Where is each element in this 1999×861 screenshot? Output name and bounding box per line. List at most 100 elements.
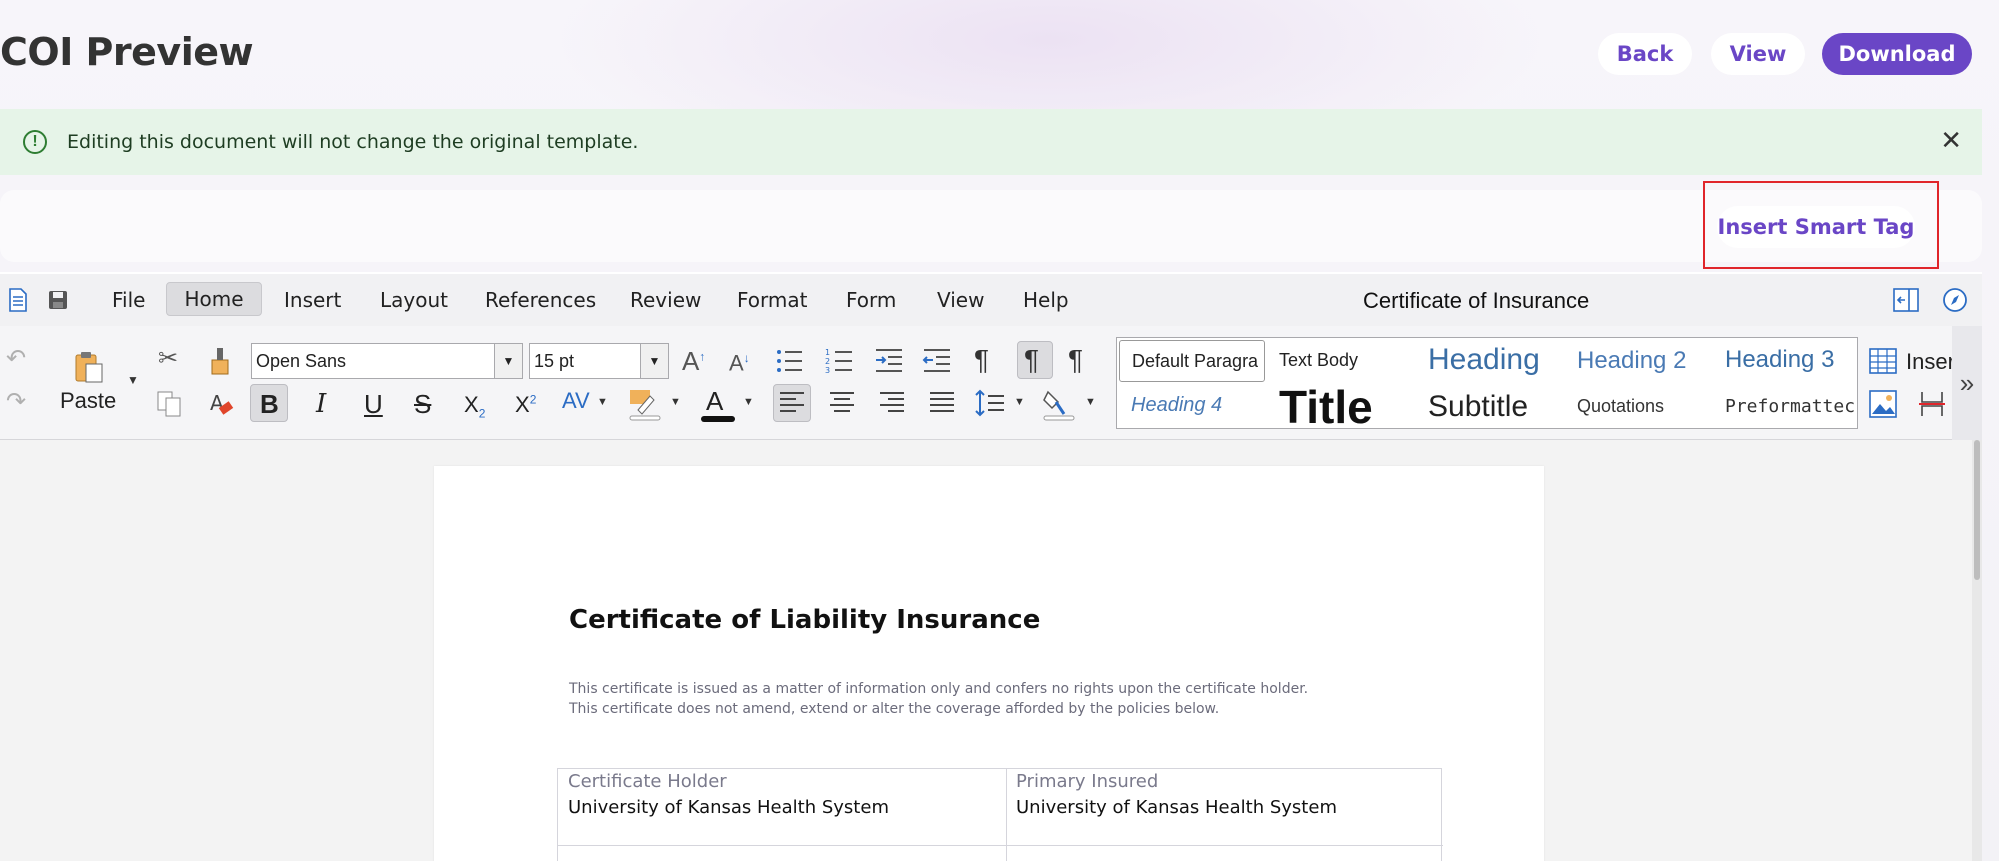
menu-review[interactable]: Review <box>630 288 701 312</box>
info-icon: ! <box>23 130 47 154</box>
disclaimer-line-2[interactable]: This certificate does not amend, extend … <box>569 701 1219 717</box>
collapse-panel-icon[interactable] <box>1893 288 1919 312</box>
image-icon[interactable] <box>1869 390 1897 418</box>
styles-gallery: Default Paragra Text Body Heading Headin… <box>1116 337 1858 433</box>
svg-text:2: 2 <box>825 357 830 366</box>
style-subtitle[interactable]: Subtitle <box>1428 390 1528 424</box>
character-spacing-icon[interactable]: AV <box>562 388 590 414</box>
menu-layout[interactable]: Layout <box>380 288 448 312</box>
shrink-font-icon[interactable]: A↓ <box>729 352 750 374</box>
font-size-select[interactable]: 15 pt ▼ <box>529 343 669 379</box>
view-button[interactable]: View <box>1711 33 1805 75</box>
style-default-paragraph[interactable]: Default Paragra <box>1119 340 1265 382</box>
document-title: Certificate of Insurance <box>1363 288 1590 313</box>
align-right-icon[interactable] <box>878 390 906 416</box>
highlight-color-icon[interactable] <box>628 388 662 422</box>
document-icon[interactable] <box>8 288 28 312</box>
vertical-scrollbar[interactable] <box>1972 440 1982 861</box>
menu-help[interactable]: Help <box>1023 288 1069 312</box>
font-family-select[interactable]: Open Sans ▼ <box>251 343 523 379</box>
insurance-table[interactable]: Certificate Holder University of Kansas … <box>557 768 1443 861</box>
style-heading-2[interactable]: Heading 2 <box>1577 347 1686 375</box>
superscript-icon[interactable]: X2 <box>515 392 536 418</box>
chevron-down-icon[interactable]: ▼ <box>597 396 608 408</box>
font-color-icon[interactable]: A <box>706 386 723 417</box>
navigate-icon[interactable] <box>1942 287 1968 313</box>
format-painter-icon[interactable] <box>208 346 232 376</box>
page-break-icon[interactable] <box>1918 390 1946 418</box>
paste-label[interactable]: Paste <box>60 388 116 414</box>
align-center-icon[interactable] <box>828 390 856 416</box>
ribbon-expand-icon[interactable]: » <box>1952 326 1982 440</box>
chevron-down-icon[interactable]: ▼ <box>670 396 681 408</box>
insert-label[interactable]: Inser <box>1906 349 1955 375</box>
style-text-body[interactable]: Text Body <box>1279 350 1358 371</box>
table-column-divider <box>1006 769 1007 861</box>
chevron-down-icon[interactable]: ▼ <box>1014 396 1025 408</box>
chevron-down-icon: ▼ <box>640 344 668 378</box>
underline-icon[interactable]: U <box>364 389 383 420</box>
document-heading[interactable]: Certificate of Liability Insurance <box>569 605 1040 635</box>
certificate-holder-value[interactable]: University of Kansas Health System <box>568 797 889 818</box>
redo-icon[interactable]: ↷ <box>6 390 26 414</box>
paste-dropdown-icon[interactable]: ▼ <box>127 373 139 387</box>
bold-icon: B <box>260 389 279 419</box>
menu-file[interactable]: File <box>112 288 145 312</box>
svg-text:1: 1 <box>825 348 830 357</box>
page-title: COI Preview <box>0 30 254 74</box>
copy-icon[interactable] <box>156 390 184 418</box>
info-banner: ! Editing this document will not change … <box>0 109 1982 175</box>
chevron-down-icon[interactable]: ▼ <box>743 396 754 408</box>
menu-references[interactable]: References <box>485 288 596 312</box>
style-quotations[interactable]: Quotations <box>1577 396 1664 417</box>
table-row-divider <box>558 845 1443 846</box>
undo-icon[interactable]: ↶ <box>6 347 26 371</box>
menu-insert[interactable]: Insert <box>284 288 341 312</box>
style-heading-3[interactable]: Heading 3 <box>1725 346 1834 374</box>
style-heading-4[interactable]: Heading 4 <box>1131 394 1222 417</box>
italic-icon[interactable]: I <box>316 389 326 419</box>
scrollbar-thumb[interactable] <box>1974 440 1980 580</box>
decrease-indent-icon[interactable] <box>922 346 952 376</box>
ltr-paragraph-icon: ¶ <box>1024 344 1040 375</box>
show-formatting-marks-icon[interactable]: ¶ <box>974 346 989 374</box>
back-button[interactable]: Back <box>1598 33 1692 75</box>
numbered-list-icon[interactable]: 1 2 3 <box>824 346 854 376</box>
grow-font-icon[interactable]: A↑ <box>682 348 705 374</box>
smart-tag-bar <box>0 190 1982 262</box>
disclaimer-line-1[interactable]: This certificate is issued as a matter o… <box>569 681 1308 697</box>
font-color-swatch <box>701 416 735 422</box>
align-left-icon <box>780 392 804 412</box>
subscript-icon[interactable]: X2 <box>464 392 485 420</box>
close-icon[interactable]: ✕ <box>1940 127 1962 153</box>
line-spacing-icon[interactable] <box>974 388 1006 418</box>
certificate-holder-label: Certificate Holder <box>568 771 727 792</box>
strikethrough-icon[interactable]: S <box>414 389 431 420</box>
menu-view[interactable]: View <box>937 288 984 312</box>
style-heading-1[interactable]: Heading <box>1428 343 1558 377</box>
paragraph-shading-icon[interactable] <box>1042 388 1076 422</box>
font-family-value: Open Sans <box>256 350 347 371</box>
increase-indent-icon[interactable] <box>874 346 904 376</box>
table-icon[interactable] <box>1869 348 1897 374</box>
primary-insured-value[interactable]: University of Kansas Health System <box>1016 797 1337 818</box>
paste-icon[interactable] <box>74 350 104 384</box>
menu-format[interactable]: Format <box>737 288 807 312</box>
banner-message: Editing this document will not change th… <box>67 131 639 153</box>
justify-icon[interactable] <box>928 390 956 416</box>
primary-insured-label: Primary Insured <box>1016 771 1159 792</box>
chevron-down-icon: ▼ <box>494 344 522 378</box>
clear-formatting-icon[interactable]: A <box>208 390 236 418</box>
save-icon[interactable] <box>48 290 68 310</box>
chevron-down-icon[interactable]: ▼ <box>1085 396 1096 408</box>
style-title[interactable]: Title <box>1279 380 1373 434</box>
style-preformatted[interactable]: Preformattec <box>1725 396 1857 417</box>
cut-icon[interactable]: ✂ <box>158 347 178 371</box>
rtl-paragraph-icon[interactable]: ¶ <box>1068 346 1083 374</box>
highlight-box <box>1703 181 1939 269</box>
bullet-list-icon[interactable] <box>774 346 804 376</box>
download-button[interactable]: Download <box>1822 33 1972 75</box>
menu-home[interactable]: Home <box>166 282 262 316</box>
svg-text:3: 3 <box>825 366 830 375</box>
menu-form[interactable]: Form <box>846 288 896 312</box>
